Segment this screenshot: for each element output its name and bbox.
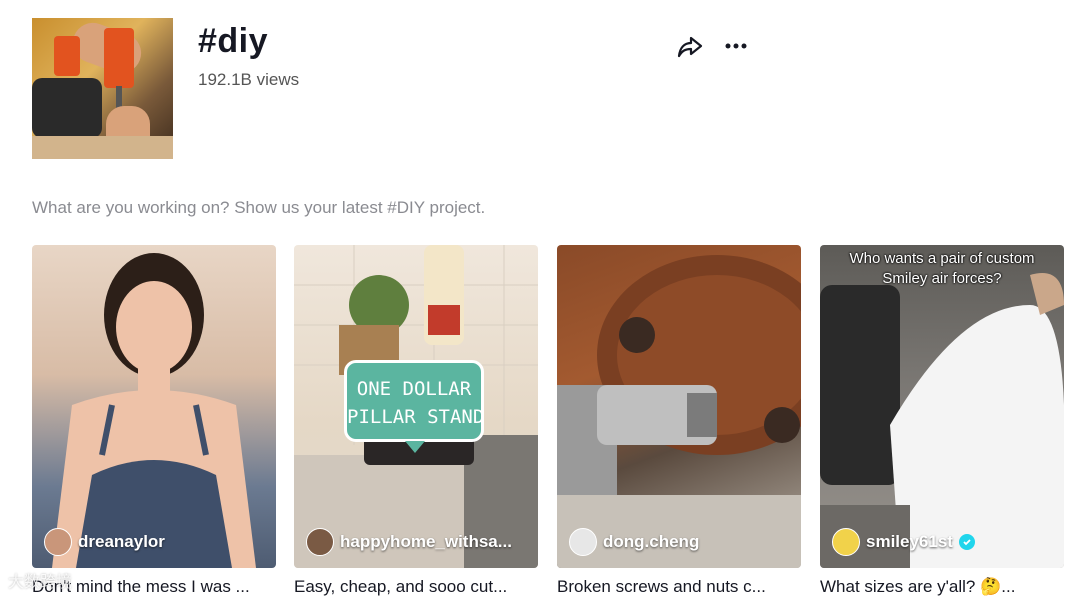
video-author[interactable]: dreanaylor: [44, 528, 165, 556]
video-caption[interactable]: What sizes are y'all? 🤔...: [820, 577, 1064, 597]
verified-badge-icon: [958, 534, 975, 550]
video-preview-image: [52, 253, 256, 568]
hashtag-title: #diy: [198, 22, 269, 60]
video-author[interactable]: smiley61st: [832, 528, 975, 556]
video-card[interactable]: dreanaylor Don't mind the mess I was ...: [32, 245, 276, 597]
video-caption[interactable]: Broken screws and nuts c...: [557, 577, 801, 597]
share-arrow-icon: [677, 36, 703, 58]
hashtag-header: #diy 192.1B views: [32, 18, 1048, 160]
video-overlay-text: ONE DOLLAR PILLAR STAND: [344, 360, 484, 453]
video-thumbnail[interactable]: ONE DOLLAR PILLAR STAND happyhome_withsa…: [294, 245, 538, 568]
avatar[interactable]: [44, 528, 72, 556]
more-options-button[interactable]: [720, 30, 752, 62]
hashtag-cover-image: [32, 18, 173, 159]
video-overlay-text: Who wants a pair of custom Smiley air fo…: [849, 250, 1035, 287]
author-name[interactable]: dong.cheng: [603, 532, 699, 552]
video-author[interactable]: happyhome_withsa...: [306, 528, 512, 556]
more-horizontal-icon: [725, 43, 747, 49]
video-thumbnail[interactable]: dong.cheng: [557, 245, 801, 568]
avatar[interactable]: [569, 528, 597, 556]
video-caption[interactable]: Easy, cheap, and sooo cut...: [294, 577, 538, 597]
avatar[interactable]: [832, 528, 860, 556]
share-button[interactable]: [674, 30, 706, 62]
video-card[interactable]: dong.cheng Broken screws and nuts c...: [557, 245, 801, 597]
author-name[interactable]: smiley61st: [866, 532, 953, 552]
hashtag-views: 192.1B views: [198, 70, 300, 89]
video-card[interactable]: Who wants a pair of custom Smiley air fo…: [820, 245, 1064, 597]
author-name[interactable]: dreanaylor: [78, 532, 165, 552]
video-author[interactable]: dong.cheng: [569, 528, 699, 556]
watermark: 大数跨境: [8, 574, 73, 591]
author-name[interactable]: happyhome_withsa...: [340, 532, 512, 552]
hashtag-description: What are you working on? Show us your la…: [32, 198, 486, 217]
video-card[interactable]: ONE DOLLAR PILLAR STAND happyhome_withsa…: [294, 245, 538, 597]
video-thumbnail[interactable]: dreanaylor: [32, 245, 276, 568]
video-thumbnail[interactable]: Who wants a pair of custom Smiley air fo…: [820, 245, 1064, 568]
avatar[interactable]: [306, 528, 334, 556]
video-preview-image: [820, 273, 1064, 568]
video-grid: dreanaylor Don't mind the mess I was ...: [32, 245, 1064, 602]
video-preview-image: [557, 255, 801, 568]
